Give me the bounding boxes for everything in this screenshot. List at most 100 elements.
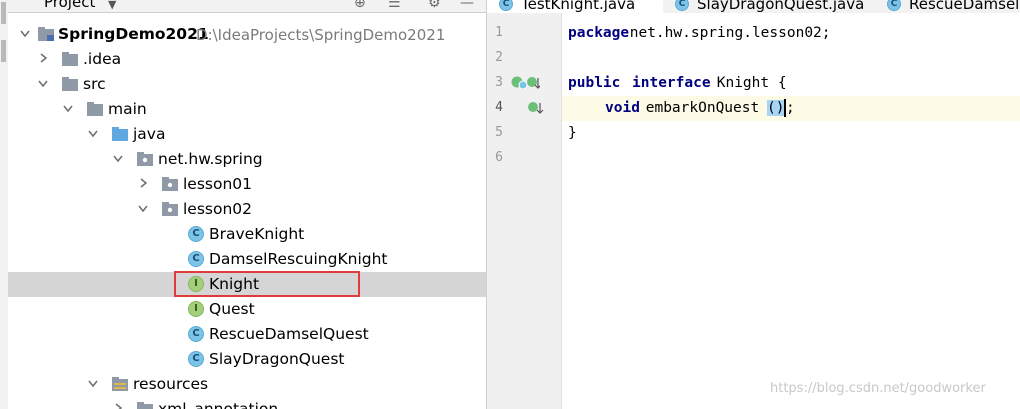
chevron-down-icon[interactable]: ▼ (108, 0, 116, 11)
tree-item-idea[interactable]: .idea (8, 47, 486, 72)
keyword: package (568, 25, 630, 41)
chevron-down-icon[interactable] (20, 28, 30, 38)
tree-item-package[interactable]: net.hw.spring (8, 147, 486, 172)
tree-item-label: DamselRescuingKnight (209, 250, 388, 268)
tab-rescuedamselquest[interactable]: C RescueDamselQ (875, 0, 1020, 13)
chevron-down-icon[interactable] (88, 378, 98, 388)
resources-folder-icon (112, 377, 128, 391)
tree-item-label: main (108, 100, 147, 118)
chevron-down-icon[interactable] (113, 153, 123, 163)
code-editor[interactable]: package net.hw.spring.lesson02; public i… (562, 13, 1020, 409)
gear-icon[interactable]: ⚙ (428, 0, 441, 11)
tab-label: TestKnight.java (521, 0, 636, 13)
locate-icon[interactable]: ⊕ (354, 0, 366, 11)
class-icon: C (188, 351, 204, 367)
chevron-right-icon[interactable] (113, 403, 123, 409)
tree-item-label: xml_annotation (158, 400, 279, 409)
folder-icon (62, 52, 78, 66)
tree-item-label: lesson01 (183, 175, 253, 193)
tab-slaydragonquest[interactable]: C SlayDragonQuest.java (663, 0, 875, 13)
module-folder-icon (38, 27, 54, 41)
collapse-all-icon[interactable]: ☰ (388, 0, 401, 11)
class-icon: C (887, 0, 901, 11)
editor-tab-bar: C TestKnight.java C SlayDragonQuest.java… (487, 0, 1020, 14)
tree-item-rescuedamselquest[interactable]: C RescueDamselQuest (8, 322, 486, 347)
chevron-down-icon[interactable] (63, 103, 73, 113)
code-text: Knight { (708, 75, 787, 91)
method-name: embarkOnQuest (637, 100, 760, 116)
tree-item-xml-annotation[interactable]: xml_annotation (8, 397, 486, 409)
chevron-down-icon[interactable] (88, 128, 98, 138)
tree-item-label: src (83, 75, 106, 93)
chevron-right-icon[interactable] (138, 178, 148, 188)
code-text: } (568, 125, 577, 141)
folder-icon (87, 102, 103, 116)
keyword: void (605, 100, 640, 116)
project-panel-header: Project ▼ ⊕ ☰ ⚙ — (8, 0, 486, 13)
folder-icon (62, 77, 78, 91)
project-path: D:\IdeaProjects\SpringDemo2021 (196, 26, 446, 44)
matched-parens: () (767, 100, 785, 116)
source-folder-icon (112, 127, 128, 141)
package-icon (162, 177, 178, 191)
tree-item-label: SpringDemo2021 (58, 25, 209, 43)
line-number: 6 (495, 150, 503, 165)
code-text: net.hw.spring.lesson02; (621, 25, 831, 41)
tree-item-label: BraveKnight (209, 225, 305, 243)
line-number: 1 (495, 25, 503, 40)
class-icon: C (499, 0, 513, 11)
package-icon (137, 152, 153, 166)
highlight-box (174, 271, 360, 297)
chevron-right-icon[interactable] (38, 53, 48, 63)
implemented-method-icon[interactable] (527, 100, 547, 116)
code-line-1: package net.hw.spring.lesson02; (562, 21, 1020, 46)
tree-item-braveknight[interactable]: C BraveKnight (8, 222, 486, 247)
tab-testknight[interactable]: C TestKnight.java (487, 0, 663, 13)
code-line-3: public interface Knight { (562, 71, 1020, 96)
hide-icon[interactable]: — (460, 0, 474, 11)
line-number: 4 (495, 100, 503, 115)
class-icon: C (188, 251, 204, 267)
code-line-5: } (562, 121, 1020, 146)
tree-item-root[interactable]: SpringDemo2021 D:\IdeaProjects\SpringDem… (8, 22, 486, 47)
keyword: public (568, 75, 621, 91)
code-line-4: void embarkOnQuest () ; (562, 96, 1020, 121)
chevron-down-icon[interactable] (138, 203, 148, 213)
implemented-gutter-icon[interactable] (510, 75, 540, 91)
tree-item-resources[interactable]: resources (8, 372, 486, 397)
tree-item-java[interactable]: java (8, 122, 486, 147)
package-icon (162, 202, 178, 216)
editor-gutter: 1 2 3 4 5 6 (487, 13, 562, 409)
tree-item-label: RescueDamselQuest (209, 325, 369, 343)
line-number: 2 (495, 50, 503, 65)
keyword: interface (632, 75, 711, 91)
tree-item-label: Quest (209, 300, 255, 318)
class-icon: C (675, 0, 689, 11)
chevron-down-icon[interactable] (38, 78, 48, 88)
tree-item-lesson02[interactable]: lesson02 (8, 197, 486, 222)
text-caret (784, 99, 786, 117)
project-tool-tab[interactable] (1, 2, 6, 24)
tree-item-src[interactable]: src (8, 72, 486, 97)
watermark: https://blog.csdn.net/goodworker (770, 381, 986, 396)
tab-label: RescueDamselQ (909, 0, 1020, 13)
class-icon: C (188, 326, 204, 342)
tree-item-damselrescuingknight[interactable]: C DamselRescuingKnight (8, 247, 486, 272)
tree-item-main[interactable]: main (8, 97, 486, 122)
tree-item-label: resources (133, 375, 209, 393)
tree-item-label: net.hw.spring (158, 150, 263, 168)
tree-item-lesson01[interactable]: lesson01 (8, 172, 486, 197)
tree-item-label: SlayDragonQuest (209, 350, 345, 368)
tree-item-label: java (133, 125, 166, 143)
folder-icon (137, 402, 153, 409)
tab-label: SlayDragonQuest.java (697, 0, 865, 13)
project-panel-title[interactable]: Project (44, 0, 95, 11)
interface-icon: I (188, 301, 204, 317)
tree-item-slaydragonquest[interactable]: C SlayDragonQuest (8, 347, 486, 372)
code-text: ; (786, 100, 795, 116)
tree-item-label: lesson02 (183, 200, 253, 218)
tree-item-quest[interactable]: I Quest (8, 297, 486, 322)
line-number: 5 (495, 125, 503, 140)
class-icon: C (188, 226, 204, 242)
structure-tool-tab[interactable] (1, 40, 6, 62)
